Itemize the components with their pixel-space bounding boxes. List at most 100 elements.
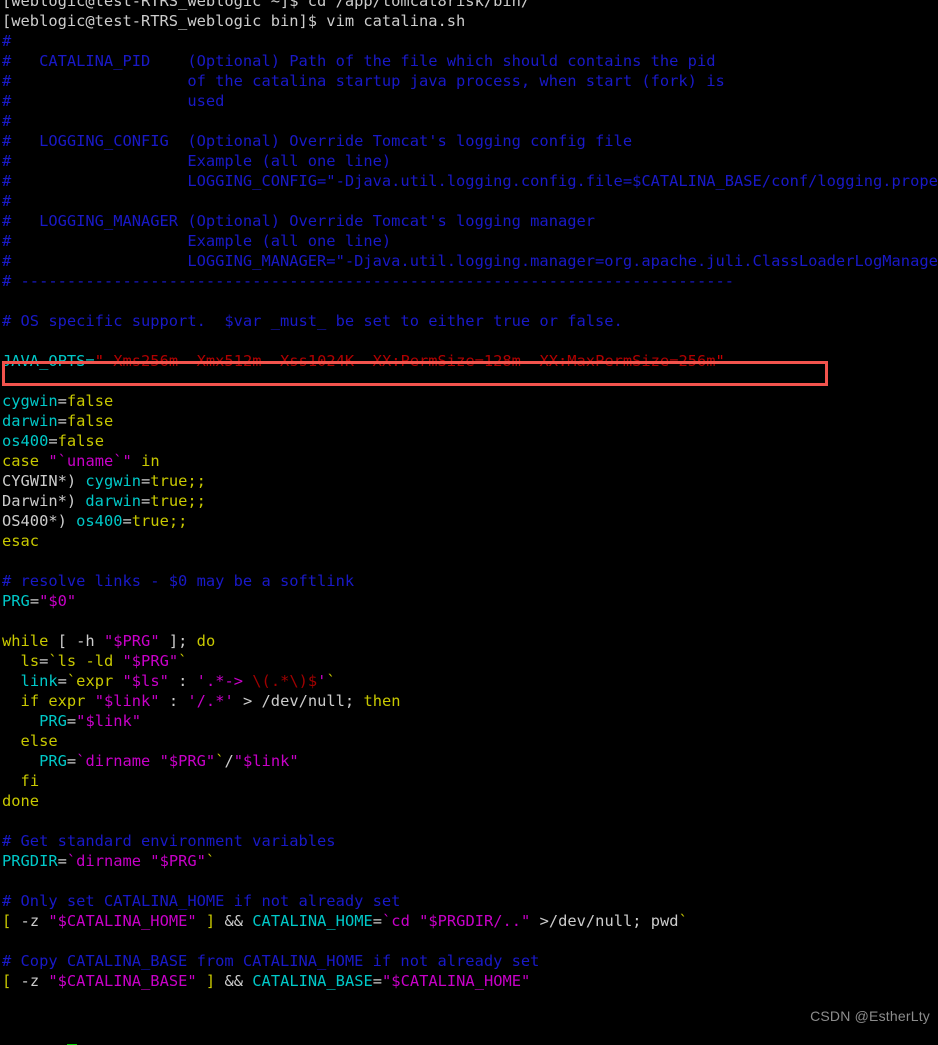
terminal-window[interactable]: [weblogic@test-RTRS_weblogic ~]$ cd /app… [0,0,938,1045]
terminal-line: # --------------------------------------… [2,271,938,291]
terminal-screen: [weblogic@test-RTRS_weblogic ~]$ cd /app… [2,0,938,1031]
terminal-line: # Copy CATALINA_BASE from CATALINA_HOME … [2,951,938,971]
terminal-text-span: `dirname [76,752,160,770]
terminal-text-span: = [39,652,49,670]
terminal-text-span: '.*-> [196,672,253,690]
terminal-text-span: then [363,692,401,710]
terminal-text-span: "$CATALINA_BASE" [48,972,197,990]
terminal-line: # used [2,91,938,111]
terminal-text-span: "$link" [94,692,160,710]
terminal-line: PRG="$link" [2,711,938,731]
terminal-line: # [2,191,938,211]
terminal-line: cygwin=false [2,391,938,411]
terminal-line: link=`expr "$ls" : '.*-> \(.*\)$'` [2,671,938,691]
terminal-text-span: Darwin*) [2,492,86,510]
terminal-text-span: \(.*\)$ [252,672,318,690]
terminal-text-span [132,452,141,470]
terminal-line: OS400*) os400=true;; [2,511,938,531]
terminal-text-span: PRG [39,752,67,770]
terminal-text-span: '/.*' [187,692,234,710]
terminal-text-span: CATALINA_BASE [252,972,373,990]
terminal-line: [weblogic@test-RTRS_weblogic bin]$ vim c… [2,11,938,31]
terminal-text-span: ] [205,912,216,930]
terminal-text-span: # Get standard environment variables [2,832,336,850]
terminal-text-span: `uname` [57,452,123,470]
terminal-text-span: # LOGGING_CONFIG (Optional) Override Tom… [2,132,633,150]
terminal-text-span: ls [20,652,40,670]
terminal-line: darwin=false [2,411,938,431]
terminal-line: done [2,791,938,811]
terminal-text-span: if [20,692,40,710]
terminal-text-span: esac [2,532,40,550]
terminal-text-span: # resolve links - $0 may be a softlink [2,572,355,590]
terminal-text-span: ` [178,652,188,670]
terminal-text-span: "$PRG" [122,652,179,670]
terminal-text-span: = [48,432,58,450]
terminal-text-span: in [141,452,160,470]
terminal-text-span [39,452,48,470]
terminal-text-span: = [57,412,67,430]
terminal-text-span: `cd [382,912,420,930]
terminal-text-span: ] [205,972,216,990]
terminal-line: # Get standard environment variables [2,831,938,851]
terminal-text-span: -z [20,972,40,990]
terminal-text-span: # [2,192,12,210]
terminal-text-span: # --------------------------------------… [2,272,735,290]
terminal-text-span: true [150,472,188,490]
terminal-text-span [2,772,21,790]
terminal-text-span: = [141,492,151,510]
terminal-text-span: = [372,912,383,930]
terminal-text-span [39,972,48,990]
terminal-text-span: PRG [2,592,30,610]
terminal-line: # Example (all one line) [2,231,938,251]
terminal-text-span [2,712,39,730]
terminal-text-span: = [141,472,151,490]
terminal-text-span [95,632,104,650]
terminal-text-span: ` [205,852,216,870]
terminal-text-span: ;; [187,492,206,510]
terminal-text-span: # Only set CATALINA_HOME if not already … [2,892,401,910]
terminal-text-span: # used [2,92,225,110]
terminal-text-span: >/dev/null; pwd [530,912,679,930]
terminal-text-span: # LOGGING_MANAGER="-Djava.util.logging.m… [2,252,938,270]
terminal-text-span: && [215,912,253,930]
terminal-text-span: else [20,732,58,750]
terminal-text-span: "$CATALINA_HOME" [382,972,531,990]
terminal-text-span: = [122,512,132,530]
terminal-text-span: ]; [159,632,197,650]
terminal-line: # LOGGING_MANAGER (Optional) Override To… [2,211,938,231]
terminal-text-span [197,912,206,930]
terminal-line: case "`uname`" in [2,451,938,471]
terminal-text-span: "$PRG" [150,852,206,870]
csdn-watermark: CSDN @EstherLty [810,1008,930,1024]
terminal-text-span: # [2,112,12,130]
terminal-text-span: = [29,592,40,610]
terminal-text-span: done [2,792,40,810]
terminal-text-span [39,912,48,930]
terminal-text-span: darwin [2,412,58,430]
terminal-text-span: while [2,632,49,650]
terminal-text-span: # LOGGING_MANAGER (Optional) Override To… [2,212,596,230]
terminal-text-span [2,672,21,690]
terminal-line: JAVA_OPTS="-Xms256m -Xmx512m -Xss1024K -… [2,351,938,371]
terminal-text-span: = [372,972,383,990]
terminal-text-span: = [57,392,67,410]
terminal-text-span: true [150,492,188,510]
terminal-text-span: [ [2,912,21,930]
terminal-text-span: # [2,32,12,50]
terminal-text-span: [weblogic@test-RTRS_weblogic bin]$ vim c… [2,12,466,30]
terminal-text-span: "$PRG" [103,632,160,650]
terminal-line: if expr "$link" : '/.*' > /dev/null; the… [2,691,938,711]
terminal-line: esac [2,531,938,551]
terminal-text-span: os400 [2,432,49,450]
terminal-text-span: # OS specific support. $var _must_ be se… [2,312,623,330]
terminal-line: # [2,111,938,131]
terminal-text-span: PRGDIR [2,852,58,870]
terminal-text-span: # Example (all one line) [2,232,392,250]
terminal-text-span: `dirname [66,852,151,870]
terminal-text-span: "$PRG" [159,752,216,770]
